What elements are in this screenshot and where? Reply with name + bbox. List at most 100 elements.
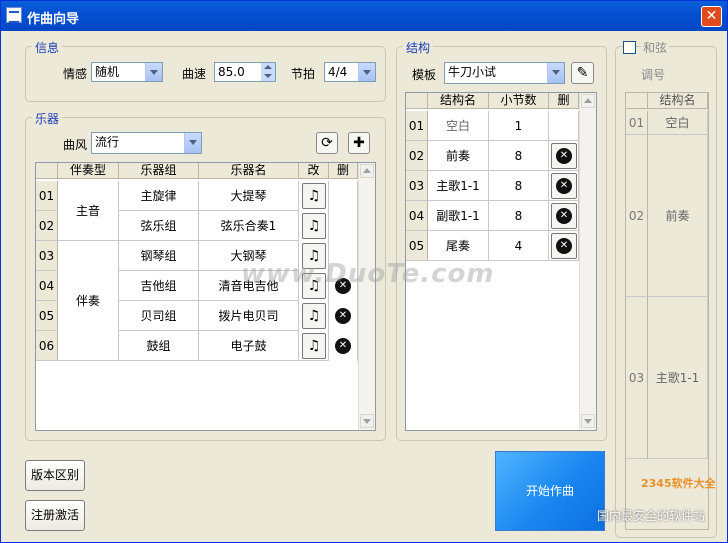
tempo-value: 85.0 bbox=[218, 65, 245, 79]
add-instrument-button[interactable]: ✚ bbox=[348, 132, 370, 154]
tempo-spinner[interactable]: 85.0 bbox=[214, 62, 276, 82]
delete-structure-button[interactable]: ✕ bbox=[551, 203, 577, 229]
edit-instrument-button[interactable]: ♫ bbox=[302, 213, 326, 239]
edit-instrument-button[interactable]: ♫ bbox=[302, 303, 326, 329]
template-label: 模板 bbox=[412, 68, 437, 82]
scroll-down-icon[interactable] bbox=[581, 414, 595, 428]
music-note-icon: ♫ bbox=[307, 338, 321, 354]
instrument-group-cell[interactable]: 主旋律 bbox=[119, 181, 199, 211]
structure-legend: 结构 bbox=[403, 39, 434, 56]
chord-legend: 和弦 bbox=[641, 39, 670, 56]
chevron-down-icon[interactable] bbox=[145, 63, 162, 81]
instruments-legend: 乐器 bbox=[32, 110, 63, 127]
table-corner bbox=[406, 93, 428, 109]
scroll-down-icon[interactable] bbox=[360, 414, 374, 428]
chord-checkbox[interactable] bbox=[623, 41, 636, 54]
template-select[interactable]: 牛刀小试 bbox=[444, 62, 565, 84]
delete-structure-button[interactable]: ✕ bbox=[551, 143, 577, 169]
column-header[interactable]: 删 bbox=[549, 93, 579, 109]
spinner-arrows-icon[interactable] bbox=[261, 63, 275, 81]
structure-bars-cell[interactable]: 8 bbox=[489, 141, 549, 171]
beat-value: 4/4 bbox=[328, 65, 348, 79]
column-header[interactable]: 结构名 bbox=[428, 93, 489, 109]
type-cell-lead[interactable]: 主音 bbox=[58, 181, 119, 241]
table-corner bbox=[626, 93, 648, 109]
instrument-group-cell[interactable]: 钢琴组 bbox=[119, 241, 199, 271]
chevron-down-icon[interactable] bbox=[184, 133, 201, 153]
close-button[interactable]: ✕ bbox=[701, 6, 722, 27]
chord-name-cell[interactable]: 前奏 bbox=[648, 135, 708, 297]
refresh-button[interactable]: ⟳ bbox=[316, 132, 338, 154]
table-corner bbox=[36, 163, 58, 179]
structure-bars-cell[interactable]: 4 bbox=[489, 231, 549, 261]
mood-value: 随机 bbox=[95, 65, 120, 79]
structure-name-cell[interactable]: 尾奏 bbox=[428, 231, 489, 261]
title-bar[interactable]: 作曲向导 ✕ bbox=[1, 1, 727, 31]
column-header[interactable]: 小节数 bbox=[489, 93, 549, 109]
structure-name-cell[interactable]: 主歌1-1 bbox=[428, 171, 489, 201]
row-number: 02 bbox=[406, 141, 428, 171]
structure-table-scrollbar[interactable] bbox=[579, 93, 596, 430]
column-header[interactable]: 删 bbox=[329, 163, 358, 179]
instrument-name-cell[interactable]: 拨片电贝司 bbox=[199, 301, 299, 331]
style-value: 流行 bbox=[95, 135, 120, 149]
instrument-name-cell[interactable]: 弦乐合奏1 bbox=[199, 211, 299, 241]
delete-structure-button[interactable]: ✕ bbox=[551, 233, 577, 259]
row-number: 01 bbox=[36, 181, 58, 211]
version-diff-button[interactable]: 版本区别 bbox=[25, 460, 85, 491]
column-header[interactable]: 结构名 bbox=[648, 93, 708, 109]
column-header[interactable]: 伴奏型 bbox=[58, 163, 119, 179]
start-composing-button[interactable]: 开始作曲 bbox=[495, 451, 605, 531]
delete-x-icon: ✕ bbox=[556, 178, 572, 194]
app-icon bbox=[6, 7, 22, 23]
chord-table: 结构名 01 空白 02 前奏 03 主歌1-1 bbox=[625, 92, 709, 530]
structure-bars-cell[interactable]: 1 bbox=[489, 111, 549, 141]
instrument-name-cell[interactable]: 大提琴 bbox=[199, 181, 299, 211]
instrument-group-cell[interactable]: 鼓组 bbox=[119, 331, 199, 361]
mood-select[interactable]: 随机 bbox=[91, 62, 163, 82]
type-cell-accompaniment[interactable]: 伴奏 bbox=[58, 241, 119, 361]
structure-name-cell[interactable]: 副歌1-1 bbox=[428, 201, 489, 231]
structure-name-cell[interactable]: 前奏 bbox=[428, 141, 489, 171]
instrument-group-cell[interactable]: 弦乐组 bbox=[119, 211, 199, 241]
edit-instrument-button[interactable]: ♫ bbox=[302, 183, 326, 209]
structure-name-cell[interactable]: 空白 bbox=[428, 111, 489, 141]
chord-name-cell[interactable]: 空白 bbox=[648, 111, 708, 135]
chevron-down-icon[interactable] bbox=[358, 63, 375, 81]
delete-structure-button[interactable]: ✕ bbox=[551, 173, 577, 199]
edit-template-button[interactable]: ✎ bbox=[571, 62, 594, 84]
instrument-name-cell[interactable]: 电子鼓 bbox=[199, 331, 299, 361]
delete-x-icon: ✕ bbox=[556, 208, 572, 224]
chevron-down-icon[interactable] bbox=[547, 63, 564, 83]
composition-wizard-window: 作曲向导 ✕ 信息 情感 随机 曲速 85.0 节拍 4/4 乐器 曲风 流行 … bbox=[0, 0, 728, 543]
row-number: 01 bbox=[626, 111, 648, 135]
pencil-icon: ✎ bbox=[576, 65, 589, 81]
delete-instrument-icon[interactable]: ✕ bbox=[335, 308, 351, 324]
style-select[interactable]: 流行 bbox=[91, 132, 202, 154]
row-number: 03 bbox=[36, 241, 58, 271]
scroll-up-icon[interactable] bbox=[360, 164, 374, 178]
beat-select[interactable]: 4/4 bbox=[324, 62, 376, 82]
column-header[interactable]: 乐器组 bbox=[119, 163, 199, 179]
beat-label: 节拍 bbox=[291, 67, 316, 81]
register-button[interactable]: 注册激活 bbox=[25, 500, 85, 531]
delete-x-icon: ✕ bbox=[556, 148, 572, 164]
delete-instrument-icon[interactable]: ✕ bbox=[335, 338, 351, 354]
row-number: 04 bbox=[406, 201, 428, 231]
row-number: 05 bbox=[36, 301, 58, 331]
template-value: 牛刀小试 bbox=[448, 65, 497, 79]
corner-watermark: 2345软件大全 bbox=[641, 477, 716, 490]
instrument-group-cell[interactable]: 吉他组 bbox=[119, 271, 199, 301]
chord-name-cell[interactable]: 主歌1-1 bbox=[648, 297, 708, 459]
edit-instrument-button[interactable]: ♫ bbox=[302, 333, 326, 359]
column-header[interactable]: 改 bbox=[299, 163, 329, 179]
instrument-table-scrollbar[interactable] bbox=[358, 163, 375, 430]
music-note-icon: ♫ bbox=[307, 308, 321, 324]
structure-bars-cell[interactable]: 8 bbox=[489, 171, 549, 201]
structure-bars-cell[interactable]: 8 bbox=[489, 201, 549, 231]
instrument-table: 伴奏型 乐器组 乐器名 改 删 01 02 03 04 05 06 主音 伴奏 … bbox=[35, 162, 376, 431]
instrument-group-cell[interactable]: 贝司组 bbox=[119, 301, 199, 331]
scroll-up-icon[interactable] bbox=[581, 94, 595, 108]
column-header[interactable]: 乐器名 bbox=[199, 163, 299, 179]
refresh-icon: ⟳ bbox=[321, 135, 333, 151]
